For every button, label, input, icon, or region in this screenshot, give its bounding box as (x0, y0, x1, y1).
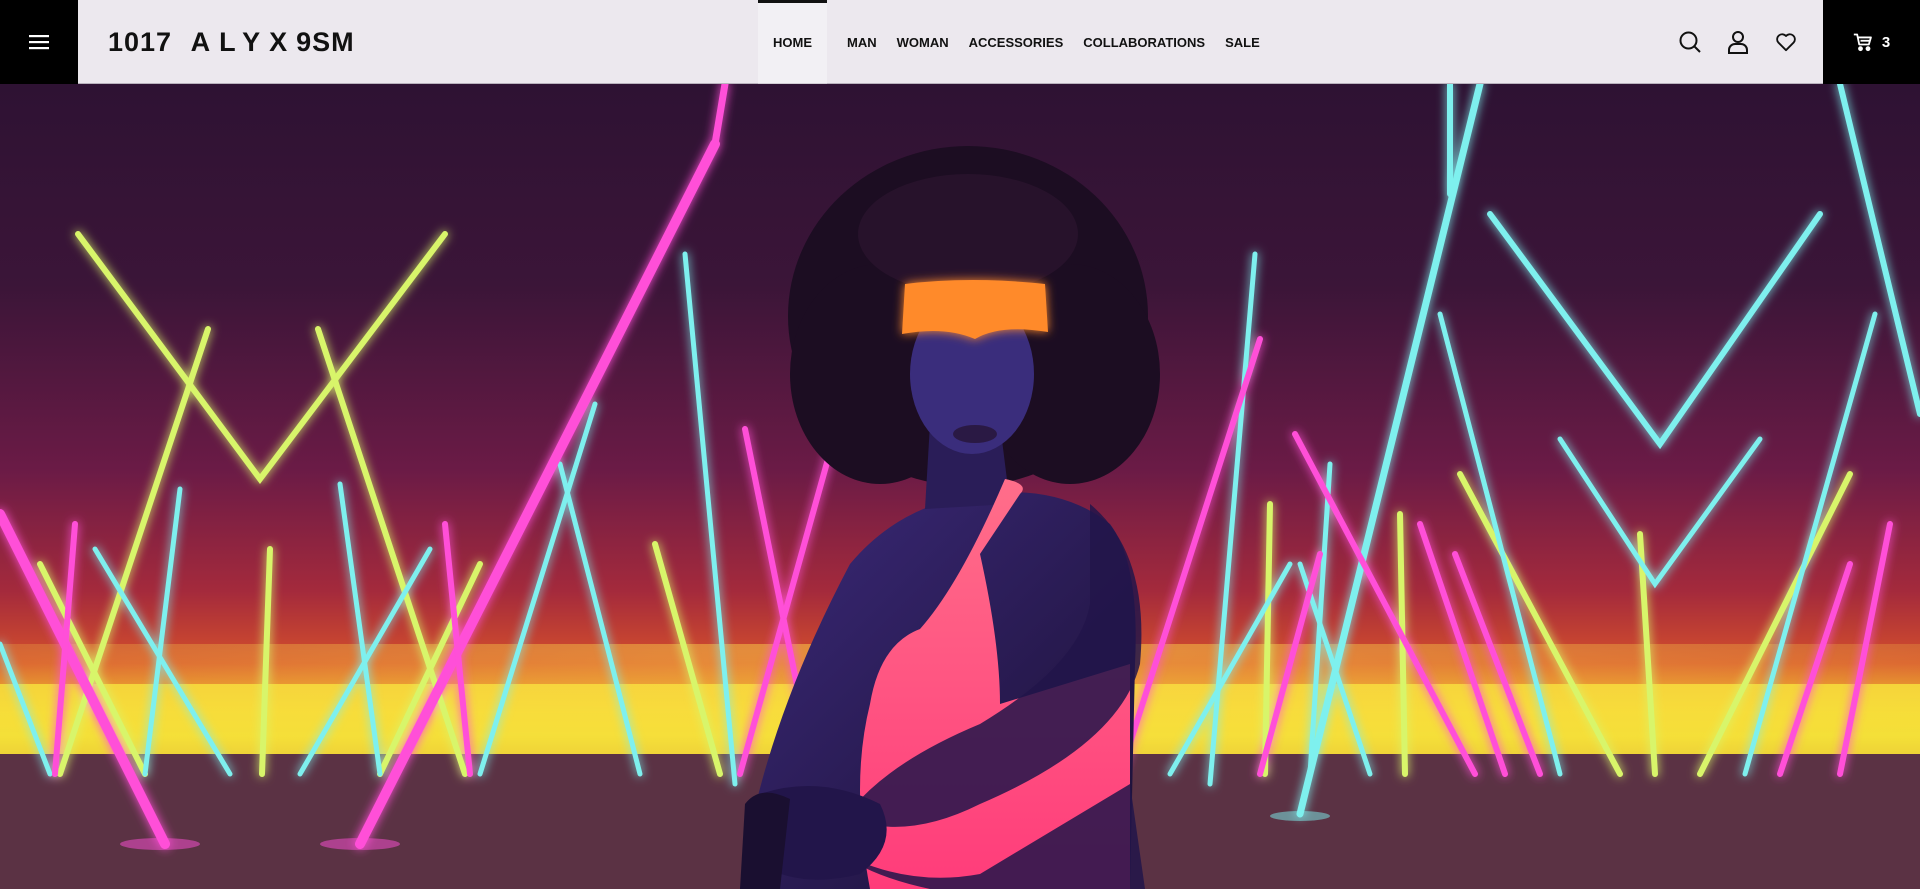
nav-label-accessories: ACCESSORIES (968, 34, 1064, 50)
logo-text-9sm: 9SM (296, 26, 355, 57)
menu-icon (29, 35, 49, 50)
nav-item-man[interactable]: MAN (837, 0, 887, 84)
nav-item-home[interactable]: HOME (758, 0, 827, 84)
nav-label-sale: SALE (1225, 34, 1260, 50)
logo-text-1017: 1017 (108, 26, 173, 57)
wishlist-heart-icon (1776, 33, 1796, 52)
hero-banner[interactable] (0, 84, 1920, 889)
nav-item-woman[interactable]: WOMAN (887, 0, 959, 84)
search-button[interactable] (1666, 18, 1714, 66)
cart-icon (1853, 33, 1872, 52)
account-icon (1728, 31, 1748, 54)
cart-count-badge: 3 (1881, 33, 1891, 51)
nav-item-sale[interactable]: SALE (1215, 0, 1270, 84)
hero-image (0, 84, 1920, 889)
header-icons (1666, 0, 1810, 84)
wishlist-button[interactable] (1762, 18, 1810, 66)
logo-text-alyx: ALYX (190, 26, 297, 57)
nav-item-collaborations[interactable]: COLLABORATIONS (1073, 0, 1215, 84)
search-icon (1679, 31, 1701, 53)
nav-label-man: MAN (847, 34, 877, 50)
nav-label-collaborations: COLLABORATIONS (1083, 34, 1206, 50)
site-header: 1017 ALYX 9SM HOME MAN WOMAN ACCESSORIES… (0, 0, 1920, 84)
nav-label-woman: WOMAN (896, 34, 949, 50)
main-nav: HOME MAN WOMAN ACCESSORIES COLLABORATION… (758, 0, 1270, 84)
nav-item-accessories[interactable]: ACCESSORIES (959, 0, 1074, 84)
cart-button[interactable]: 3 (1823, 0, 1920, 84)
account-button[interactable] (1714, 18, 1762, 66)
brand-logo[interactable]: 1017 ALYX 9SM (108, 0, 355, 84)
nav-label-home: HOME (773, 34, 812, 50)
menu-button[interactable] (0, 0, 78, 84)
